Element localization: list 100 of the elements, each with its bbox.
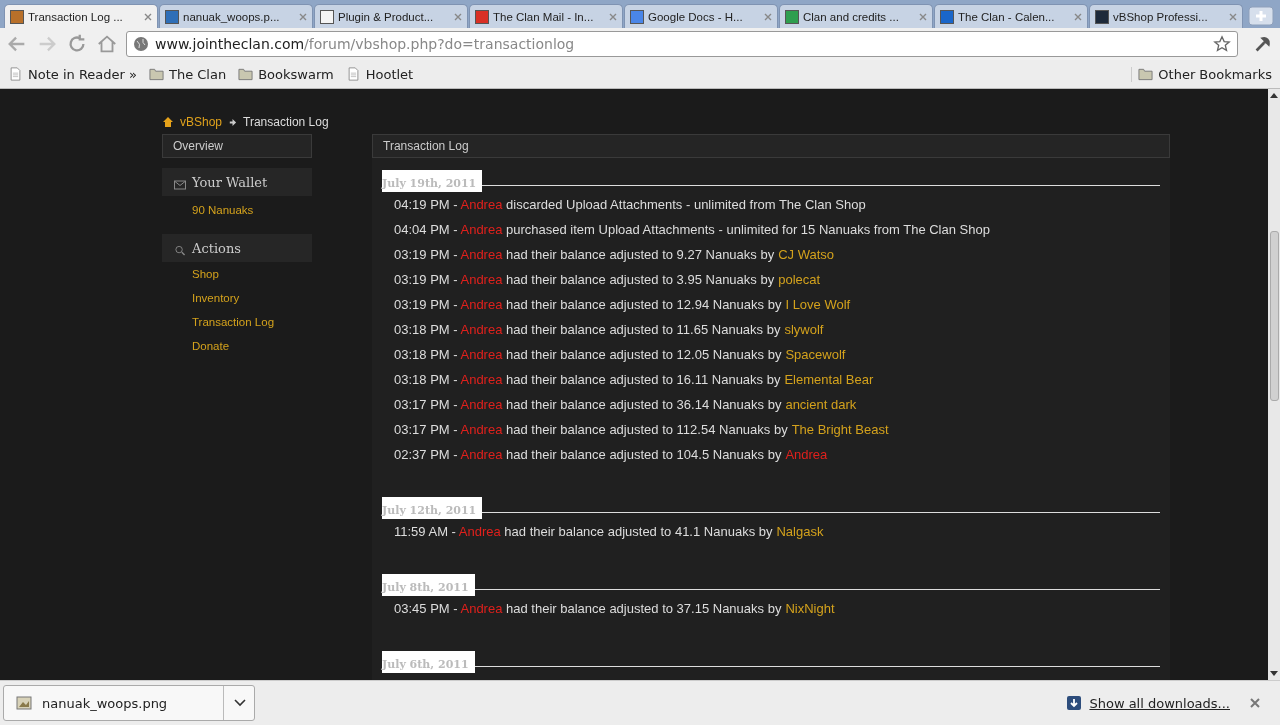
user-link[interactable]: Andrea — [460, 222, 503, 237]
user-link[interactable]: ancient dark — [785, 397, 857, 412]
log-entry: 03:18 PM - Andrea had their balance adjusted to 12.05 Nanuaks by Spacewolf — [393, 346, 847, 364]
user-link[interactable]: Andrea — [460, 397, 503, 412]
log-entry: 03:19 PM - Andrea had their balance adjusted to 9.27 Nanuaks by CJ Watso — [393, 246, 836, 264]
user-link[interactable]: Andrea — [460, 422, 503, 437]
date-heading: July 19th, 2011 — [382, 170, 483, 192]
up-arrow-icon[interactable] — [1270, 92, 1278, 98]
folder-icon — [149, 67, 164, 81]
user-link[interactable]: I Love Wolf — [785, 297, 851, 312]
page-icon — [630, 9, 644, 24]
page-icon — [940, 9, 954, 24]
close-icon[interactable] — [299, 12, 307, 21]
user-link[interactable]: Andrea — [460, 197, 503, 212]
browser-tab[interactable]: Google Docs - H... — [624, 4, 778, 28]
log-entry: 03:18 PM - Andrea had their balance adjusted to 16.11 Nanuaks by Elemental Bear — [393, 371, 875, 389]
magnifier-icon — [174, 244, 186, 256]
breadcrumb-current: Transaction Log — [243, 115, 329, 129]
close-icon[interactable] — [1229, 12, 1237, 21]
date-heading: July 12th, 2011 — [382, 497, 483, 519]
globe-icon — [133, 36, 149, 52]
page-icon — [345, 67, 361, 81]
scroll-thumb[interactable] — [1269, 231, 1279, 401]
sidebar-link[interactable]: Shop — [162, 262, 312, 286]
close-icon[interactable] — [919, 12, 927, 21]
browser-tab[interactable]: Plugin & Product... — [314, 4, 468, 28]
close-icon[interactable] — [454, 12, 462, 21]
log-entry: 03:18 PM - Andrea had their balance adjusted to 11.65 Nanuaks by slywolf — [393, 321, 825, 339]
user-link[interactable]: The Bright Beast — [791, 422, 889, 437]
wallet-balance: 90 Nanuaks — [191, 203, 255, 218]
browser-tab[interactable]: Clan and credits ... — [779, 4, 933, 28]
address-bar[interactable]: www.jointheclan.com/forum/vbshop.php?do=transactionlog — [126, 31, 1238, 57]
user-link[interactable]: polecat — [778, 272, 821, 287]
user-link[interactable]: Andrea — [460, 601, 503, 616]
sidebar-link[interactable]: Inventory — [162, 286, 312, 310]
browser-tab[interactable]: nanuak_woops.p... — [159, 4, 313, 28]
close-icon[interactable] — [144, 12, 152, 21]
user-link[interactable]: Andrea — [460, 272, 503, 287]
user-link[interactable]: NixNight — [785, 601, 835, 616]
folder-icon — [1138, 67, 1154, 81]
log-entry: 04:04 PM - Andrea purchased item Upload Attachments - unlimited for 15 Nanuaks from The Clan Shop — [393, 221, 991, 239]
user-link[interactable]: CJ Watso — [778, 247, 835, 262]
page-icon — [1095, 9, 1109, 24]
user-link[interactable]: Andrea — [460, 372, 503, 387]
close-icon[interactable] — [764, 12, 772, 21]
log-entry: 02:37 PM - Andrea had their balance adjusted to 104.5 Nanuaks by Andrea — [393, 446, 829, 464]
browser-tab[interactable]: Transaction Log ... — [4, 4, 158, 28]
user-link[interactable]: Andrea — [460, 347, 503, 362]
image-file-icon — [16, 695, 32, 711]
section-title: Your Wallet — [192, 174, 268, 190]
page-icon — [475, 9, 489, 24]
user-link[interactable]: Nalgask — [776, 524, 824, 539]
user-link[interactable]: Elemental Bear — [784, 372, 874, 387]
envelope-icon — [174, 178, 186, 190]
sidebar-link[interactable]: Transaction Log — [162, 310, 312, 334]
show-all-downloads-link[interactable]: Show all downloads... — [1089, 695, 1230, 711]
breadcrumb-link[interactable]: vBShop — [180, 115, 223, 129]
close-icon[interactable] — [1250, 698, 1260, 708]
browser-tab[interactable]: vBShop Professi... — [1089, 4, 1243, 28]
user-link[interactable]: Andrea — [460, 322, 503, 337]
new-tab-button[interactable] — [1248, 6, 1274, 26]
date-heading: July 8th, 2011 — [382, 574, 475, 596]
bookmark[interactable]: The Clan — [149, 66, 227, 82]
page-icon — [320, 9, 334, 24]
user-link[interactable]: slywolf — [784, 322, 824, 337]
page-icon — [785, 9, 799, 24]
date-heading: July 6th, 2011 — [382, 651, 475, 673]
page-icon — [165, 9, 179, 24]
scrollbar[interactable] — [1268, 89, 1280, 680]
close-icon[interactable] — [1074, 12, 1082, 21]
sidebar-link[interactable]: Donate — [162, 334, 312, 358]
user-link[interactable]: Andrea — [460, 297, 503, 312]
arrow-icon — [228, 117, 238, 127]
star-icon[interactable] — [1213, 35, 1231, 53]
section-title: Actions — [192, 240, 241, 256]
log-entry: 04:19 PM - Andrea discarded Upload Attachments - unlimited from The Clan Shop — [393, 196, 867, 214]
bookmark[interactable]: Bookswarm — [238, 66, 334, 82]
download-icon — [1067, 696, 1082, 710]
folder-icon — [238, 67, 254, 81]
log-entry: 03:17 PM - Andrea had their balance adjusted to 36.14 Nanuaks by ancient dark — [393, 396, 858, 414]
log-entry: 11:59 AM - Andrea had their balance adjusted to 41.1 Nanuaks by Nalgask — [393, 523, 825, 541]
user-link[interactable]: Andrea — [460, 447, 503, 462]
log-entry: 03:17 PM - Andrea had their balance adjusted to 112.54 Nanuaks by The Bright Beast — [393, 421, 890, 439]
bookmark[interactable]: Hootlet — [345, 66, 414, 82]
browser-tab[interactable]: The Clan - Calen... — [934, 4, 1088, 28]
down-arrow-icon[interactable] — [1270, 671, 1278, 677]
overview-tab[interactable]: Overview — [162, 134, 312, 158]
page-icon — [8, 67, 23, 81]
download-item[interactable]: nanuak_woops.png — [3, 685, 255, 721]
panel-header: Transaction Log — [372, 134, 1170, 158]
caret-icon[interactable] — [234, 699, 246, 707]
browser-tab[interactable]: The Clan Mail - In... — [469, 4, 623, 28]
log-entry: 03:19 PM - Andrea had their balance adjusted to 12.94 Nanuaks by I Love Wolf — [393, 296, 852, 314]
user-link[interactable]: Spacewolf — [785, 347, 846, 362]
log-entry: 03:45 PM - Andrea had their balance adjusted to 37.15 Nanuaks by NixNight — [393, 600, 836, 618]
close-icon[interactable] — [609, 12, 617, 21]
user-link[interactable]: Andrea — [460, 247, 503, 262]
home-icon[interactable] — [162, 116, 174, 128]
bookmark[interactable]: Note in Reader » — [8, 66, 137, 82]
bookmark[interactable]: Other Bookmarks — [1131, 66, 1272, 82]
